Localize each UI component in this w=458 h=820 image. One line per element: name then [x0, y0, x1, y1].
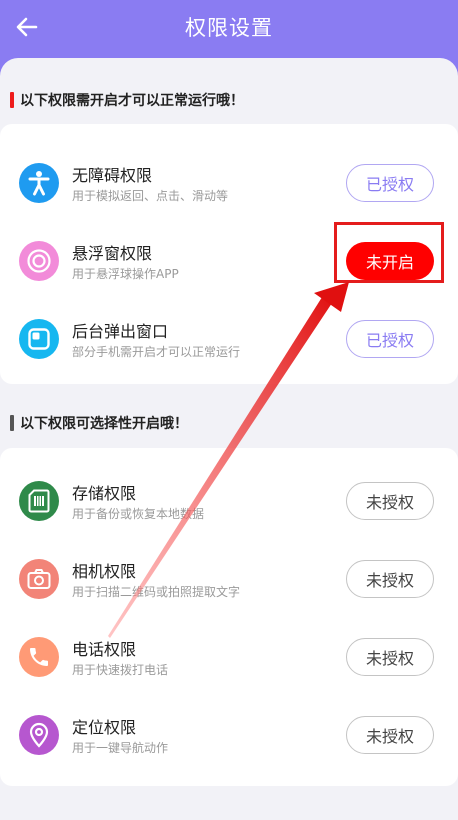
accessibility-granted-button[interactable]: 已授权: [346, 164, 434, 202]
section-title-text: 以下权限需开启才可以正常运行哦！: [20, 93, 244, 109]
highlight-frame: [334, 222, 444, 283]
permission-desc: 用于扫描二维码或拍照提取文字: [72, 585, 241, 599]
section-marker: [10, 415, 14, 431]
permission-desc: 用于悬浮球操作APP: [72, 267, 179, 281]
permission-name: 相机权限: [72, 562, 137, 581]
permission-row-background-popup[interactable]: 后台弹出窗口 部分手机需开启才可以正常运行 已授权: [0, 300, 458, 378]
floating-ball-icon: [19, 241, 59, 281]
camera-grant-button[interactable]: 未授权: [346, 560, 434, 598]
permission-desc: 用于一键导航动作: [72, 741, 169, 755]
section-title-required: 以下权限需开启才可以正常运行哦！: [10, 89, 244, 111]
popup-window-icon: [19, 319, 59, 359]
page-title: 权限设置: [185, 16, 273, 40]
storage-grant-button[interactable]: 未授权: [346, 482, 434, 520]
background-popup-granted-button[interactable]: 已授权: [346, 320, 434, 358]
permission-name: 电话权限: [72, 640, 137, 659]
camera-icon: [19, 559, 59, 599]
permission-row-storage[interactable]: 存储权限 用于备份或恢复本地数据 未授权: [0, 462, 458, 540]
permission-desc: 用于备份或恢复本地数据: [72, 507, 205, 521]
permission-desc: 用于模拟返回、点击、滑动等: [72, 189, 229, 203]
permission-name: 悬浮窗权限: [72, 244, 153, 263]
location-pin-icon: [19, 715, 59, 755]
phone-icon: [19, 637, 59, 677]
phone-grant-button[interactable]: 未授权: [346, 638, 434, 676]
location-grant-button[interactable]: 未授权: [346, 716, 434, 754]
permission-desc: 用于快速拨打电话: [72, 663, 169, 677]
permission-desc: 部分手机需开启才可以正常运行: [72, 345, 241, 359]
permission-name: 无障碍权限: [72, 166, 153, 185]
accessibility-icon: [19, 163, 59, 203]
optional-permissions-card: 存储权限 用于备份或恢复本地数据 未授权 相机权限 用于扫描二维码或拍照提取文字…: [0, 448, 458, 786]
permission-name: 定位权限: [72, 718, 137, 737]
section-title-optional: 以下权限可选择性开启哦！: [10, 412, 188, 434]
permission-row-accessibility[interactable]: 无障碍权限 用于模拟返回、点击、滑动等 已授权: [0, 144, 458, 222]
permission-name: 存储权限: [72, 484, 137, 503]
permission-name: 后台弹出窗口: [72, 322, 169, 341]
app-header: 权限设置: [0, 0, 458, 58]
section-marker: [10, 92, 14, 108]
permission-row-camera[interactable]: 相机权限 用于扫描二维码或拍照提取文字 未授权: [0, 540, 458, 618]
section-title-text: 以下权限可选择性开启哦！: [20, 416, 188, 432]
permission-row-phone[interactable]: 电话权限 用于快速拨打电话 未授权: [0, 618, 458, 696]
permission-row-location[interactable]: 定位权限 用于一键导航动作 未授权: [0, 696, 458, 774]
sd-card-icon: [19, 481, 59, 521]
